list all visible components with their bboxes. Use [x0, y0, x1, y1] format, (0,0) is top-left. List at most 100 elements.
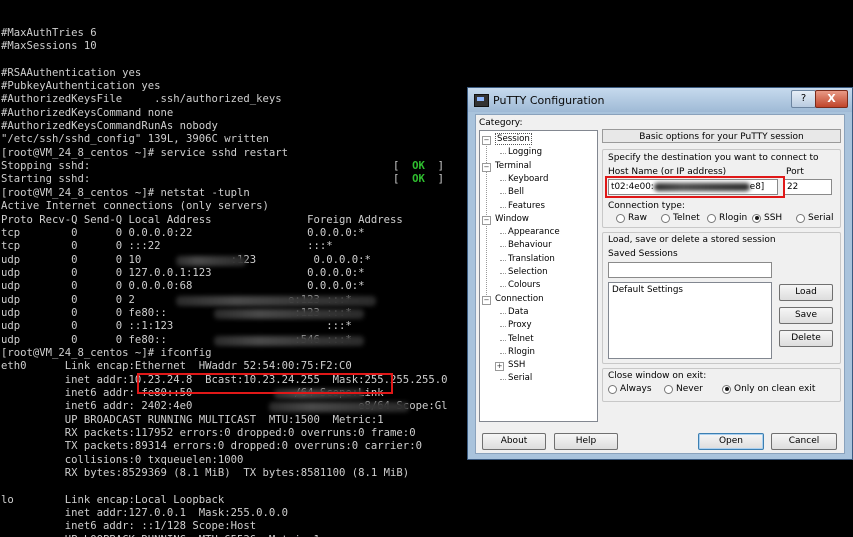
tree-item-rlogin[interactable]: Rlogin	[508, 347, 535, 357]
host-value-end: e8]	[749, 182, 765, 192]
title-close-button[interactable]: X	[815, 90, 848, 108]
tree-item-connection[interactable]: Connection	[495, 294, 544, 304]
host-value-start: t02:4e00:	[611, 182, 654, 192]
tree-item-terminal[interactable]: Terminal	[495, 161, 531, 171]
putty-config-dialog: PuTTY Configuration ? X Category: − Sessi…	[467, 87, 853, 460]
connection-type-telnet-radio[interactable]: Telnet	[661, 213, 700, 223]
tree-item-logging[interactable]: Logging	[508, 147, 542, 157]
load-button[interactable]: Load	[779, 284, 833, 301]
tree-connector	[500, 246, 506, 248]
tree-item-window[interactable]: Window	[495, 214, 529, 224]
connection-type-rlogin-radio[interactable]: Rlogin	[707, 213, 747, 223]
tree-item-proxy[interactable]: Proxy	[508, 320, 532, 330]
tree-item-keyboard[interactable]: Keyboard	[508, 174, 548, 184]
tree-expander-icon[interactable]: −	[482, 295, 491, 305]
help-button[interactable]: Help	[554, 433, 618, 450]
redacted-address	[176, 255, 246, 266]
radio-label: Serial	[808, 213, 834, 223]
tree-connector	[500, 273, 506, 274]
radio-indicator	[608, 384, 617, 394]
dialog-client-area: Category: − Session Logging − Terminal Keyboa…	[475, 114, 845, 454]
close-on-exit-never-radio[interactable]: Never	[664, 384, 703, 394]
tree-connector	[500, 312, 506, 314]
service-status: [ OK ]	[393, 173, 444, 186]
tree-connector	[500, 153, 506, 155]
redacted-address	[176, 295, 376, 306]
tree-connector	[500, 259, 506, 261]
open-button[interactable]: Open	[698, 433, 764, 450]
tree-expander-icon[interactable]: −	[482, 136, 491, 145]
tree-connector	[500, 326, 506, 328]
connection-type-raw-radio[interactable]: Raw	[616, 213, 647, 223]
tree-item-behaviour[interactable]: Behaviour	[508, 240, 552, 250]
tree-connector	[500, 233, 506, 235]
tree-item-translation[interactable]: Translation	[508, 254, 555, 264]
tree-connector	[500, 206, 506, 208]
cancel-button[interactable]: Cancel	[771, 433, 837, 450]
close-on-exit-always-radio[interactable]: Always	[608, 384, 652, 394]
radio-label: Never	[676, 384, 703, 394]
service-status: [ OK ]	[393, 160, 444, 173]
save-button[interactable]: Save	[779, 307, 833, 324]
radio-label: SSH	[764, 213, 783, 223]
tree-item-session[interactable]: Session	[495, 133, 532, 145]
title-bar[interactable]: PuTTY Configuration ? X	[468, 88, 852, 112]
close-on-exit-only-on-clean-exit-radio[interactable]: Only on clean exit	[722, 384, 815, 394]
tree-item-telnet[interactable]: Telnet	[508, 334, 534, 344]
status-ok: OK	[399, 160, 438, 173]
terminal-line: inet6 addr: ::1/128 Scope:Host	[1, 520, 257, 533]
tree-item-ssh[interactable]: SSH	[508, 360, 525, 370]
tree-item-appearance[interactable]: Appearance	[508, 227, 560, 237]
destination-label: Specify the destination you want to conn…	[608, 153, 819, 163]
saved-sessions-label: Saved Sessions	[608, 249, 678, 259]
radio-label: Only on clean exit	[734, 384, 816, 394]
radio-label: Raw	[628, 213, 647, 223]
tree-item-data[interactable]: Data	[508, 307, 529, 317]
port-input[interactable]: 22	[784, 179, 832, 195]
host-name-label: Host Name (or IP address)	[608, 167, 727, 177]
tree-connector	[500, 179, 506, 181]
delete-button[interactable]: Delete	[779, 330, 833, 347]
tree-connector	[500, 339, 506, 341]
terminal-line: #MaxAuthTries 6	[1, 26, 97, 39]
title-help-button[interactable]: ?	[791, 90, 816, 108]
tree-expander-icon[interactable]: −	[482, 162, 491, 172]
window-title: PuTTY Configuration	[493, 94, 605, 107]
redacted-address	[274, 388, 364, 399]
saved-sessions-input[interactable]	[608, 262, 772, 278]
radio-indicator	[707, 213, 716, 223]
tree-connector	[500, 193, 506, 195]
terminal-line: RX bytes:8529369 (8.1 MiB) TX bytes:8581…	[1, 467, 410, 480]
tree-item-serial[interactable]: Serial	[508, 373, 532, 383]
radio-indicator	[664, 384, 673, 394]
redacted-address	[214, 335, 364, 346]
terminal-line: lo Link encap:Local Loopback	[1, 493, 225, 506]
tree-item-features[interactable]: Features	[508, 201, 545, 211]
radio-indicator	[752, 213, 761, 223]
connection-type-serial-radio[interactable]: Serial	[796, 213, 833, 223]
connection-type-label: Connection type:	[608, 201, 685, 211]
tree-connector	[500, 286, 506, 288]
close-on-exit-label: Close window on exit:	[608, 371, 707, 381]
terminal-line: inet addr:127.0.0.1 Mask:255.0.0.0	[1, 507, 289, 520]
session-list-item[interactable]: Default Settings	[609, 283, 771, 297]
radio-indicator	[722, 384, 731, 394]
sessions-list[interactable]: Default Settings	[608, 282, 772, 359]
status-bracket-close: ]	[437, 173, 445, 186]
about-button[interactable]: About	[482, 433, 546, 450]
port-label: Port	[786, 167, 804, 177]
connection-type-ssh-radio[interactable]: SSH	[752, 213, 782, 223]
tree-expander-icon[interactable]: −	[482, 215, 491, 225]
category-label: Category:	[479, 118, 523, 128]
host-name-input[interactable]: t02:4e00: e8]	[608, 179, 778, 195]
tree-expander-icon[interactable]: +	[495, 362, 504, 372]
tree-item-selection[interactable]: Selection	[508, 267, 548, 277]
redacted-address	[269, 402, 409, 413]
sessions-label: Load, save or delete a stored session	[608, 235, 776, 245]
tree-item-colours[interactable]: Colours	[508, 280, 540, 290]
category-tree[interactable]: − Session Logging − Terminal Keyboard Bell Feat…	[479, 130, 598, 422]
tree-connector	[500, 352, 506, 354]
tree-item-bell[interactable]: Bell	[508, 187, 524, 197]
